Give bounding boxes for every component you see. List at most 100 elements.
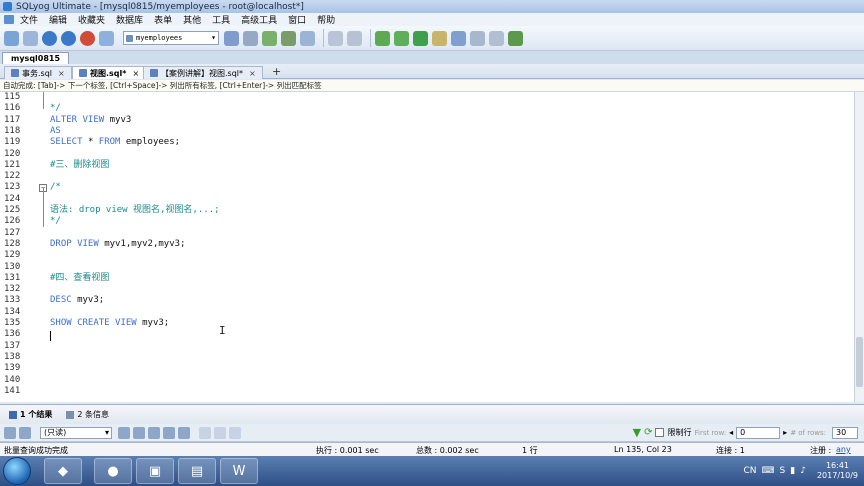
sync-icon[interactable] [375, 30, 390, 46]
taskbar-firefox-icon[interactable]: ● [94, 458, 132, 484]
menu-file[interactable]: 文件 [20, 13, 38, 26]
save-icon[interactable] [148, 426, 160, 439]
grid-mode-icon[interactable] [199, 426, 211, 439]
code-token: SELECT [50, 137, 88, 148]
status-total-time: 总数 : 0.002 sec [416, 446, 479, 455]
restore-icon[interactable] [451, 30, 466, 46]
connection-manager-icon[interactable] [23, 30, 38, 46]
menu-help[interactable]: 帮助 [317, 13, 335, 26]
volume-icon[interactable]: ♪ [800, 466, 806, 476]
table-data-icon[interactable] [328, 30, 343, 46]
keyboard-icon[interactable]: ⌨ [762, 466, 775, 476]
menu-edit[interactable]: 编辑 [49, 13, 67, 26]
sql-editor[interactable]: 115 116 */ 117 ALTER VIEW myv3 118 AS 119 SELECT… [0, 92, 854, 402]
previous-page-icon[interactable]: ◂ [729, 428, 733, 437]
query-tab-case-view[interactable]: 【案例讲解】视图.sql* × [143, 66, 263, 79]
stop-icon[interactable] [80, 30, 95, 46]
system-clock[interactable]: 16:41 2017/10/9 [817, 461, 858, 481]
code-line: 118 AS [0, 126, 854, 137]
code-text: */ [50, 216, 61, 227]
status-register-user[interactable]: any [836, 445, 851, 454]
query-tab-view[interactable]: 视图.sql* × [72, 66, 147, 79]
alter-table-icon[interactable] [281, 30, 296, 46]
text-mode-icon[interactable] [229, 426, 241, 439]
scrollbar-thumb[interactable] [856, 337, 863, 387]
line-number: 120 [4, 148, 21, 159]
refresh-icon[interactable] [99, 30, 114, 46]
menu-favorites[interactable]: 收藏夹 [78, 13, 105, 26]
query-tab-transaction[interactable]: 事务.sql × [4, 66, 72, 79]
new-database-icon[interactable] [224, 30, 239, 46]
menu-other[interactable]: 其他 [183, 13, 201, 26]
taskbar-word-icon[interactable]: W [220, 458, 258, 484]
duplicate-row-icon[interactable] [133, 426, 145, 439]
execute-query-icon[interactable] [42, 30, 57, 46]
backup-icon[interactable] [432, 30, 447, 46]
first-row-input[interactable]: 0 [736, 426, 781, 439]
menu-advanced-tools[interactable]: 高级工具 [241, 13, 277, 26]
view-mode-icon[interactable] [19, 426, 31, 439]
status-register-label: 注册 : [810, 446, 832, 455]
code-line: 123−/* [0, 182, 854, 193]
tab-messages[interactable]: 2 条信息 [63, 408, 112, 421]
database-selector[interactable]: myemployees ▾ [123, 31, 219, 45]
taskbar-powerpoint-icon[interactable]: ▣ [136, 458, 174, 484]
code-line: 126 */ [0, 216, 854, 227]
code-line: 130 [0, 262, 854, 273]
taskbar-explorer-icon[interactable]: ▤ [178, 458, 216, 484]
code-line: 134 [0, 307, 854, 318]
schema-designer-icon[interactable] [489, 30, 504, 46]
data-sync-icon[interactable] [413, 30, 428, 46]
code-token: 语法: drop view 视图名,视图名,...; [50, 205, 220, 215]
network-icon[interactable]: ▮ [790, 466, 795, 476]
form-mode-icon[interactable] [214, 426, 226, 439]
delete-icon[interactable] [163, 426, 175, 439]
rows-count-input[interactable]: 30 [832, 426, 858, 439]
user-manager-icon[interactable] [470, 30, 485, 46]
close-icon[interactable]: × [132, 69, 139, 78]
connection-tab[interactable]: mysql0815 [2, 52, 70, 64]
filter-icon[interactable]: ▼ [633, 426, 641, 439]
menu-database[interactable]: 数据库 [116, 13, 143, 26]
tab-results[interactable]: 1 个结果 [6, 408, 55, 421]
close-icon[interactable]: × [249, 69, 256, 78]
grid-view-icon[interactable] [4, 426, 16, 439]
sql-file-icon [11, 69, 19, 77]
new-table-icon[interactable] [262, 30, 277, 46]
menu-table[interactable]: 表单 [154, 13, 172, 26]
query-builder-icon[interactable] [347, 30, 362, 46]
next-page-icon[interactable]: ▸ [783, 428, 787, 437]
scheduler-icon[interactable] [508, 30, 523, 46]
new-connection-icon[interactable] [4, 30, 19, 46]
import-icon[interactable] [394, 30, 409, 46]
code-text: DROP VIEW myv1,myv2,myv3; [50, 239, 185, 250]
schema-icon[interactable] [243, 30, 258, 46]
antivirus-icon[interactable]: S [780, 466, 786, 476]
start-button[interactable] [3, 457, 31, 485]
taskbar-sqlyog-icon[interactable]: ◆ [44, 458, 82, 484]
code-token: employees; [125, 137, 181, 148]
query-tab-label: 视图.sql* [90, 68, 127, 78]
line-number: 124 [4, 193, 21, 204]
menu-tools[interactable]: 工具 [212, 13, 230, 26]
menu-window[interactable]: 窗口 [288, 13, 306, 26]
result-tab-bar: 1 个结果 2 条信息 [0, 404, 864, 424]
code-text: 语法: drop view 视图名,视图名,...; [50, 205, 220, 216]
sql-file-icon [150, 69, 158, 77]
code-token: /* [50, 182, 61, 193]
add-row-icon[interactable] [118, 426, 130, 439]
readonly-selector[interactable]: (只读) ▾ [40, 426, 112, 439]
editor-vertical-scrollbar[interactable] [854, 92, 864, 402]
line-number: 139 [4, 363, 21, 374]
cancel-icon[interactable] [178, 426, 190, 439]
add-tab-icon[interactable]: + [272, 65, 281, 78]
code-line: 121 #三、删除视图 [0, 160, 854, 171]
code-line: 137 [0, 341, 854, 352]
tray-language[interactable]: CN [744, 466, 757, 476]
manage-indexes-icon[interactable] [300, 30, 315, 46]
execute-all-icon[interactable] [61, 30, 76, 46]
close-icon[interactable]: × [58, 69, 65, 78]
limit-rows-checkbox[interactable] [655, 428, 665, 437]
code-token: FROM [98, 137, 126, 148]
refresh-icon[interactable]: ⟳ [644, 427, 652, 438]
